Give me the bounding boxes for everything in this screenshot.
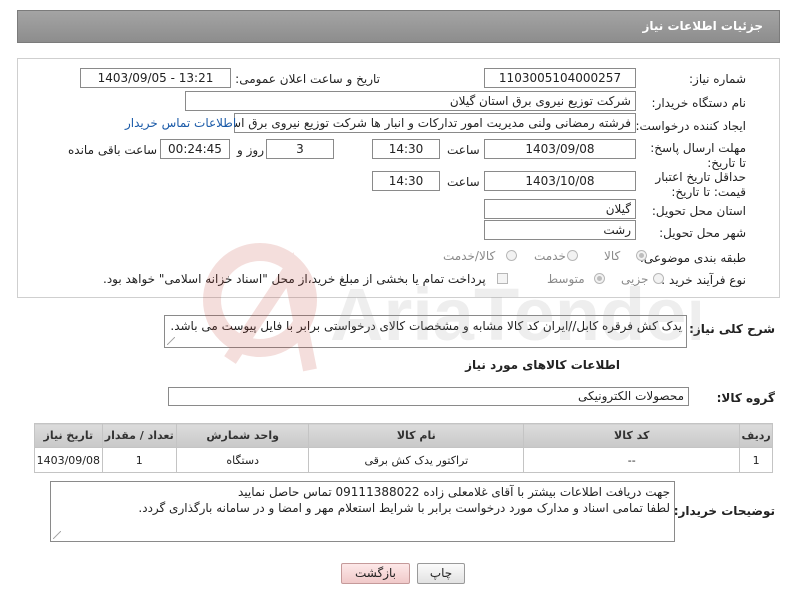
description-field: یدک کش فرقره کابل//ایران کد کالا مشابه و…	[164, 315, 687, 348]
remaining-label: ساعت باقی مانده	[68, 143, 158, 157]
print-button[interactable]: چاپ	[417, 563, 465, 584]
cell-qty: 1	[101, 447, 177, 473]
validity-date-field: 1403/10/08	[484, 171, 636, 191]
col-row: ردیف	[739, 423, 773, 448]
resize-handle[interactable]	[167, 337, 175, 345]
category-label: طبقه بندی موضوعی:	[639, 251, 746, 265]
category-service-label: خدمت	[534, 249, 566, 263]
table-row: 1403/09/08 1 دستگاه تراکتور یدک کش برقی …	[34, 447, 773, 473]
category-goods-service-label: کالا/خدمت	[443, 249, 496, 263]
buyer-notes-label: توضیحات خریدار:	[673, 504, 775, 518]
validity-time-field: 14:30	[372, 171, 440, 191]
description-text: یدک کش فرقره کابل//ایران کد کالا مشابه و…	[170, 319, 682, 333]
col-qty: تعداد / مقدار	[101, 423, 177, 448]
cell-unit: دستگاه	[175, 447, 310, 473]
goods-group-label: گروه کالا:	[716, 391, 775, 405]
goods-group-field: محصولات الکترونیکی	[168, 387, 689, 406]
table-header-row: تاریخ نیاز تعداد / مقدار واحد شمارش نام …	[34, 423, 773, 448]
need-number-field: 1103005104000257	[484, 68, 636, 88]
process-medium-label: متوسط	[547, 272, 585, 286]
category-goods-service-radio[interactable]	[506, 250, 517, 261]
col-unit: واحد شمارش	[175, 423, 310, 448]
col-code: کد کالا	[523, 423, 741, 448]
deadline-date-field: 1403/09/08	[484, 139, 636, 159]
col-date: تاریخ نیاز	[34, 423, 103, 448]
city-field: رشت	[484, 220, 636, 240]
buyer-org-label: نام دستگاه خریدار:	[651, 96, 747, 110]
province-label: استان محل تحویل:	[651, 204, 746, 218]
province-field: گیلان	[484, 199, 636, 219]
treasury-note: پرداخت تمام یا بخشی از مبلغ خرید،از محل …	[103, 272, 486, 286]
buyer-notes-line2: لطفا تمامی اسناد و مدارک مورد درخواست بر…	[138, 501, 670, 515]
category-service-radio[interactable]	[567, 250, 578, 261]
category-goods-radio[interactable]	[636, 250, 647, 261]
buyer-contact-link[interactable]: اطلاعات تماس خریدار	[125, 116, 236, 130]
cell-name: تراکتور یدک کش برقی	[308, 447, 525, 473]
goods-table: تاریخ نیاز تعداد / مقدار واحد شمارش نام …	[34, 423, 773, 473]
page-header: جزئیات اطلاعات نیاز	[17, 10, 780, 43]
treasury-checkbox[interactable]	[497, 273, 508, 284]
cell-code: --	[523, 447, 741, 473]
back-button[interactable]: بازگشت	[341, 563, 410, 584]
cell-date: 1403/09/08	[34, 447, 103, 473]
process-label: نوع فرآیند خرید :	[661, 273, 746, 287]
deadline-time-field: 14:30	[372, 139, 440, 159]
buyer-notes-field: جهت دریافت اطلاعات بیشتر با آقای غلامعلی…	[50, 481, 675, 542]
days-label: روز و	[237, 143, 264, 157]
process-medium-radio[interactable]	[594, 273, 605, 284]
buyer-org-field: شرکت توزیع نیروی برق استان گیلان	[185, 91, 636, 111]
days-count-field: 3	[266, 139, 334, 159]
need-number-label: شماره نیاز:	[689, 72, 746, 86]
cell-row: 1	[739, 447, 773, 473]
announce-label: تاریخ و ساعت اعلان عمومی:	[235, 72, 380, 86]
process-minor-label: جزیی	[621, 272, 649, 286]
remaining-time-field: 00:24:45	[160, 139, 230, 159]
category-goods-label: کالا	[604, 249, 621, 263]
page-title: جزئیات اطلاعات نیاز	[642, 19, 763, 33]
deadline-label: مهلت ارسال پاسخ: تا تاریخ:	[650, 141, 746, 170]
announce-field: 1403/09/05 - 13:21	[80, 68, 231, 88]
requester-label: ایجاد کننده درخواست:	[635, 119, 746, 133]
buyer-notes-line1: جهت دریافت اطلاعات بیشتر با آقای غلامعلی…	[237, 485, 670, 499]
goods-section-title: اطلاعات کالاهای مورد نیاز	[465, 358, 620, 372]
process-minor-radio[interactable]	[653, 273, 664, 284]
validity-label: حداقل تاریخ اعتبار قیمت: تا تاریخ:	[655, 170, 746, 199]
notes-resize-handle[interactable]	[53, 531, 61, 539]
col-name: نام کالا	[308, 423, 525, 448]
requester-field: فرشته رمضانی ولنی مدیریت امور تدارکات و …	[234, 113, 636, 133]
deadline-time-label: ساعت	[447, 143, 480, 157]
city-label: شهر محل تحویل:	[659, 226, 746, 240]
description-label: شرح کلی نیاز:	[689, 322, 775, 336]
validity-time-label: ساعت	[447, 175, 480, 189]
